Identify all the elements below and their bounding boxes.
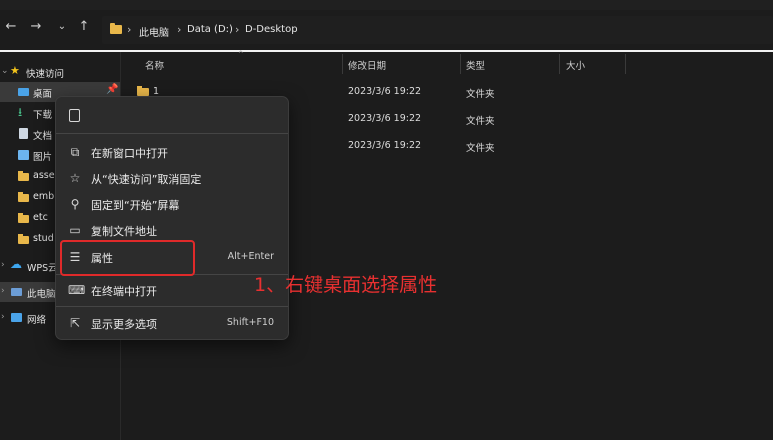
column-header-modified[interactable]: 修改日期 bbox=[348, 58, 386, 72]
menu-separator bbox=[56, 133, 288, 134]
menu-item-label: 固定到“开始”屏幕 bbox=[91, 199, 180, 212]
menu-separator bbox=[56, 306, 288, 307]
sidebar-item-quick-access[interactable]: ⌄ ★ 快速访问 bbox=[0, 62, 120, 82]
desktop-icon bbox=[18, 88, 29, 96]
menu-item-unpin-quick-access[interactable]: ☆ 从“快速访问”取消固定 bbox=[56, 166, 288, 190]
breadcrumb-item-this-pc[interactable]: 此电脑 bbox=[139, 24, 169, 39]
column-header-type[interactable]: 类型 bbox=[466, 58, 485, 72]
menu-item-label: 从“快速访问”取消固定 bbox=[91, 173, 202, 186]
pin-icon: ⚲ bbox=[70, 197, 80, 211]
column-divider[interactable] bbox=[342, 54, 343, 74]
sidebar-item-label: emb bbox=[33, 191, 55, 202]
sidebar-item-label: stud bbox=[33, 233, 54, 244]
column-header-size[interactable]: 大小 bbox=[566, 58, 585, 72]
recent-locations-button[interactable]: ⌄ bbox=[54, 19, 70, 35]
folder-icon bbox=[110, 23, 122, 34]
pin-icon: 📌 bbox=[106, 84, 119, 95]
context-menu: ⧉ 在新窗口中打开 ☆ 从“快速访问”取消固定 ⚲ 固定到“开始”屏幕 ▭ 复制… bbox=[55, 96, 289, 340]
chevron-right-icon[interactable]: › bbox=[1, 260, 5, 270]
network-icon bbox=[11, 313, 22, 322]
sidebar-item-label: 下载 bbox=[33, 110, 53, 121]
back-button[interactable]: ← bbox=[3, 19, 19, 35]
annotation-text: 1、右键桌面选择属性 bbox=[254, 274, 438, 296]
title-bar-strip bbox=[0, 0, 773, 10]
forward-button[interactable]: → bbox=[28, 19, 44, 35]
open-new-window-icon: ⧉ bbox=[70, 145, 80, 159]
breadcrumb-separator: › bbox=[235, 23, 240, 36]
breadcrumb-item-data-drive[interactable]: Data (D:) bbox=[187, 24, 233, 35]
sidebar-item-label: 文档 bbox=[33, 131, 53, 142]
menu-item-shortcut: Shift+F10 bbox=[226, 317, 274, 328]
file-type: 文件夹 bbox=[466, 116, 495, 127]
file-modified: 2023/3/6 19:22 bbox=[348, 140, 422, 151]
file-type: 文件夹 bbox=[466, 89, 495, 100]
chevron-down-icon[interactable]: ⌄ bbox=[1, 66, 9, 76]
folder-icon bbox=[18, 192, 29, 202]
column-header-name[interactable]: 名称 bbox=[145, 58, 164, 72]
cloud-icon: ☁ bbox=[10, 257, 22, 271]
menu-item-shortcut: Alt+Enter bbox=[227, 251, 274, 262]
chevron-right-icon[interactable]: › bbox=[1, 312, 5, 322]
document-icon bbox=[19, 128, 28, 139]
file-modified: 2023/3/6 19:22 bbox=[348, 86, 422, 97]
highlight-box bbox=[60, 240, 195, 276]
folder-icon bbox=[137, 86, 149, 96]
menu-item-show-more-options[interactable]: ⇱ 显示更多选项 Shift+F10 bbox=[56, 311, 288, 335]
breadcrumb-item-d-desktop[interactable]: D-Desktop bbox=[245, 24, 298, 35]
menu-item-label: 显示更多选项 bbox=[91, 318, 157, 331]
unpin-icon: ☆ bbox=[69, 171, 81, 185]
menu-item-label: 在终端中打开 bbox=[91, 285, 157, 298]
menu-item-label: 在新窗口中打开 bbox=[91, 147, 168, 160]
terminal-icon: ⌨ bbox=[68, 283, 86, 297]
menu-item-copy-path[interactable]: ▭ 复制文件地址 bbox=[56, 218, 288, 242]
more-options-icon: ⇱ bbox=[69, 316, 81, 330]
breadcrumb-separator: › bbox=[127, 23, 132, 36]
arrow-up-icon: ↑ bbox=[78, 19, 90, 34]
sidebar-item-label: 桌面 bbox=[33, 89, 53, 100]
copy-path-icon: ▭ bbox=[69, 223, 81, 237]
up-button[interactable]: ↑ bbox=[76, 19, 92, 35]
chevron-right-icon[interactable]: › bbox=[1, 286, 5, 296]
sidebar-item-label: 图片 bbox=[33, 152, 53, 163]
file-modified: 2023/3/6 19:22 bbox=[348, 113, 422, 124]
sidebar-item-label: etc bbox=[33, 212, 48, 223]
breadcrumb-separator: › bbox=[177, 23, 182, 36]
menu-item-pin-to-start[interactable]: ⚲ 固定到“开始”屏幕 bbox=[56, 192, 288, 216]
column-divider[interactable] bbox=[460, 54, 461, 74]
menu-item-label: 复制文件地址 bbox=[91, 225, 157, 238]
sidebar-item-label: WPS云 bbox=[27, 263, 58, 274]
folder-icon bbox=[18, 171, 29, 181]
arrow-left-icon: ← bbox=[5, 19, 17, 34]
picture-icon bbox=[18, 150, 29, 160]
sidebar-item-label: 快速访问 bbox=[26, 69, 65, 80]
copy-icon[interactable] bbox=[69, 109, 80, 122]
sidebar-item-label: 网络 bbox=[27, 315, 47, 326]
sort-ascending-icon: ⌃ bbox=[237, 50, 245, 60]
computer-icon bbox=[11, 288, 22, 296]
file-type: 文件夹 bbox=[466, 143, 495, 154]
column-divider[interactable] bbox=[559, 54, 560, 74]
folder-icon bbox=[18, 213, 29, 223]
chevron-down-icon: ⌄ bbox=[57, 21, 67, 32]
download-icon: ⭳ bbox=[18, 105, 23, 119]
column-divider[interactable] bbox=[625, 54, 626, 74]
arrow-right-icon: → bbox=[30, 19, 42, 34]
folder-icon bbox=[18, 234, 29, 244]
menu-item-open-new-window[interactable]: ⧉ 在新窗口中打开 bbox=[56, 140, 288, 164]
star-icon: ★ bbox=[10, 64, 20, 77]
sidebar-item-label: asse bbox=[33, 170, 55, 181]
sidebar-item-label: 此电脑 bbox=[27, 289, 56, 300]
